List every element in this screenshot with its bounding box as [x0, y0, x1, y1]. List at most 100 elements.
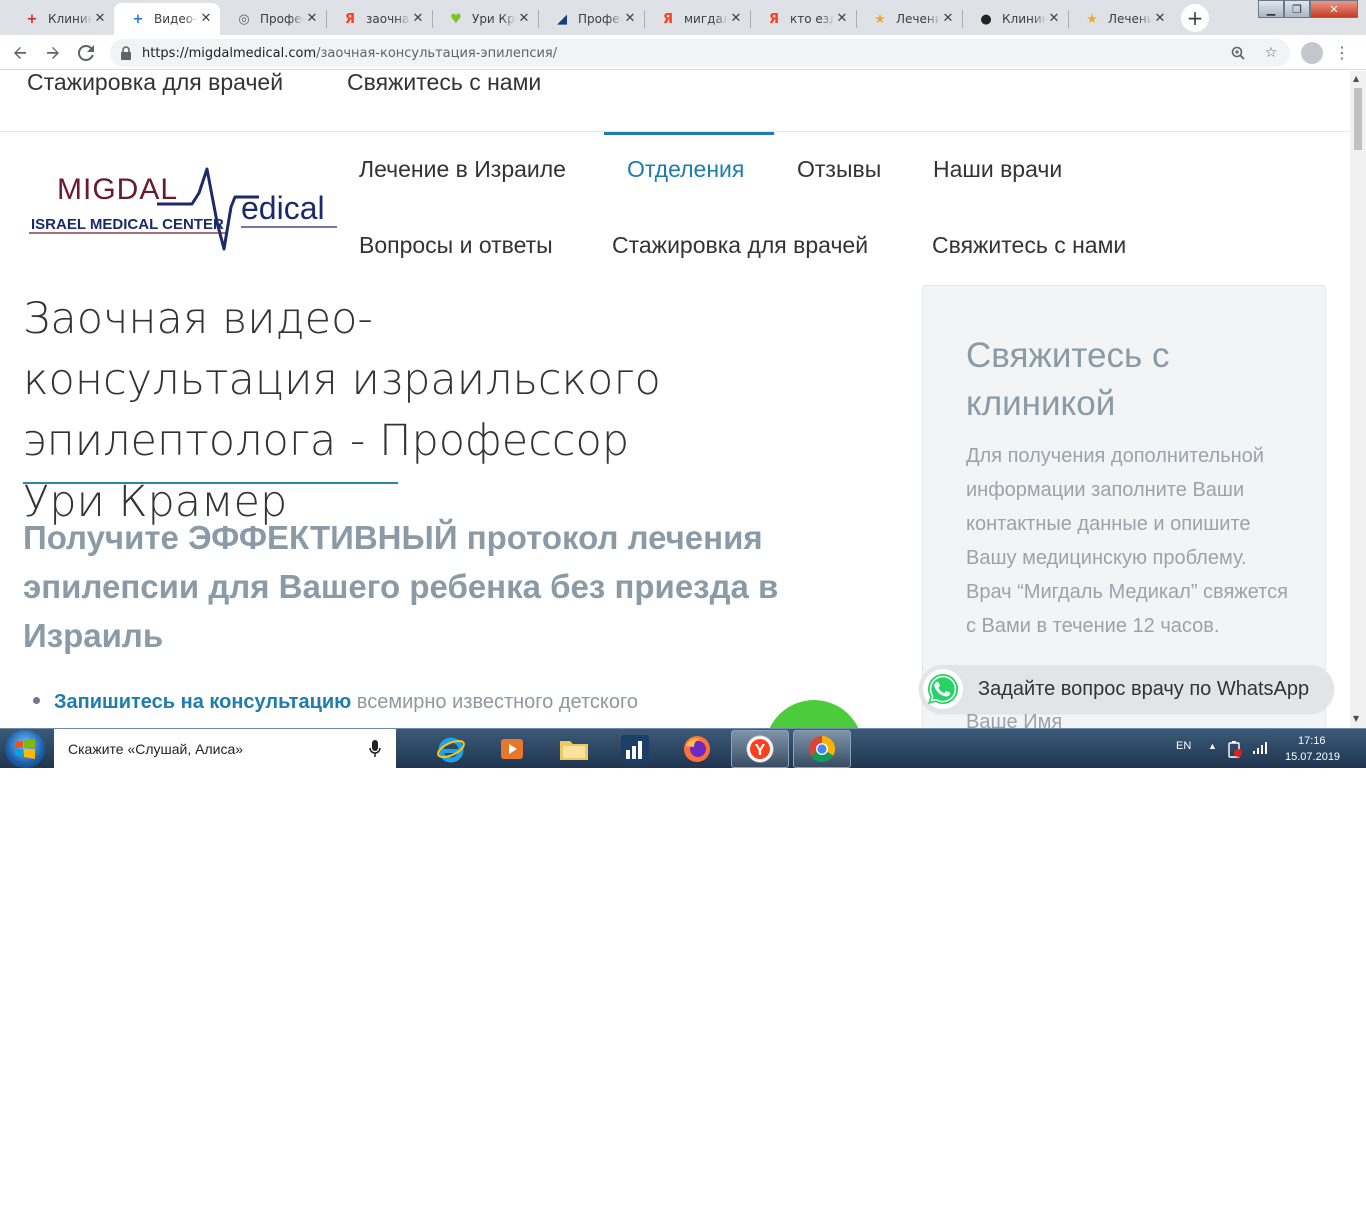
clock-date[interactable]: 15.07.2019: [1285, 751, 1340, 763]
tab-close-icon[interactable]: ✕: [834, 11, 850, 27]
clock-time[interactable]: 17:16: [1298, 735, 1326, 747]
tab-close-icon[interactable]: ✕: [622, 11, 638, 27]
consultation-link[interactable]: Запишитесь на консультацию: [54, 691, 351, 713]
close-window-button[interactable]: ✕: [1310, 0, 1358, 18]
tab-favicon-icon: +: [132, 11, 144, 27]
reload-button[interactable]: [72, 39, 100, 67]
taskbar-ie[interactable]: [422, 730, 480, 768]
whatsapp-label: Задайте вопрос врачу по WhatsApp: [978, 677, 1310, 700]
browser-tab[interactable]: Ямигдаль✕: [644, 3, 750, 35]
main-nav-reviews[interactable]: Отзывы: [797, 156, 881, 183]
whatsapp-chat-button[interactable]: Задайте вопрос врачу по WhatsApp: [919, 665, 1334, 713]
show-hidden-icons-icon[interactable]: ▲: [1208, 741, 1217, 751]
tab-close-icon[interactable]: ✕: [410, 11, 426, 27]
maximize-button[interactable]: ❐: [1284, 0, 1310, 18]
browser-tab[interactable]: ★ Лечение✕: [856, 3, 962, 35]
media-player-icon: [501, 739, 523, 759]
tab-title: Лечение: [896, 12, 940, 26]
taskbar-chrome[interactable]: [793, 730, 851, 768]
list-item: Запишитесь на консультацию всемирно изве…: [33, 691, 873, 714]
page-scrollbar[interactable]: ▲ ▼: [1350, 71, 1366, 728]
tab-favicon-icon: ◢: [557, 11, 567, 27]
scroll-thumb[interactable]: [1354, 88, 1362, 150]
zoom-icon[interactable]: [1230, 45, 1246, 61]
back-button[interactable]: [6, 39, 34, 67]
browser-tab[interactable]: + Видео-консультация✕: [114, 3, 220, 35]
window-controls: ▁ ❐ ✕: [1258, 0, 1360, 20]
tab-favicon-icon: ◎: [238, 11, 250, 27]
bar-chart-icon: [621, 735, 649, 763]
browser-tab[interactable]: Язаочная✕: [326, 3, 432, 35]
tab-close-icon[interactable]: ✕: [198, 11, 214, 27]
reload-icon: [78, 45, 94, 61]
main-nav-faq[interactable]: Вопросы и ответы: [359, 232, 553, 259]
tab-favicon-icon: ★: [874, 11, 886, 27]
screen: +Клиника✕+Видео-консультация✕◎Профессор✕…: [0, 0, 1366, 768]
bookmark-star-icon[interactable]: ☆: [1263, 45, 1279, 61]
tab-favicon-icon: Я: [768, 11, 779, 27]
taskbar-explorer[interactable]: [545, 730, 603, 768]
tab-favicon-icon: ♥: [450, 11, 462, 27]
forward-button[interactable]: [39, 39, 67, 67]
url-host: https://migdalmedical.com: [142, 45, 317, 61]
browser-tab[interactable]: ◢ Профессор✕: [538, 3, 644, 35]
main-nav-contact[interactable]: Свяжитесь с нами: [932, 232, 1126, 259]
url-text: https://migdalmedical.com/заочная-консул…: [142, 46, 557, 61]
browser-tab[interactable]: + Клиника✕: [8, 3, 114, 35]
browser-tab[interactable]: ● Клиника✕: [962, 3, 1068, 35]
language-indicator[interactable]: EN: [1176, 740, 1191, 752]
battery-alert-icon[interactable]: [1226, 740, 1242, 758]
logo-word-right: edical: [241, 190, 325, 226]
taskbar-firefox[interactable]: [668, 730, 726, 768]
browser-tab[interactable]: ★ Лечение✕: [1068, 3, 1174, 35]
top-nav-contact[interactable]: Свяжитесь с нами: [347, 71, 541, 96]
page-subtitle: Получите ЭФФЕКТИВНЫЙ протокол лечения эп…: [23, 519, 779, 654]
minimize-button[interactable]: ▁: [1258, 0, 1284, 18]
tab-title: Видео-консультация: [154, 12, 198, 26]
start-button[interactable]: [5, 730, 45, 768]
tab-close-icon[interactable]: ✕: [940, 11, 956, 27]
taskbar-yandex-browser[interactable]: Y: [731, 730, 789, 768]
browser-tab[interactable]: ♥ Ури Крамер✕: [432, 3, 538, 35]
site-logo[interactable]: MIGDAL ISRAEL MEDICAL CENTER edical: [27, 167, 339, 253]
profile-avatar-icon[interactable]: [1301, 42, 1323, 64]
tab-close-icon[interactable]: ✕: [516, 11, 532, 27]
sidebar-description: Для получения дополнительной информации …: [966, 445, 1288, 637]
main-nav-treatment[interactable]: Лечение в Израиле: [359, 156, 566, 183]
tab-close-icon[interactable]: ✕: [92, 11, 108, 27]
active-nav-indicator: [604, 132, 774, 135]
tab-title: Ури Крамер: [472, 12, 516, 26]
forward-arrow-icon: [47, 47, 59, 59]
microphone-icon[interactable]: [368, 739, 382, 759]
main-nav-doctors[interactable]: Наши врачи: [933, 156, 1062, 183]
address-bar[interactable]: https://migdalmedical.com/заочная-консул…: [110, 39, 1290, 67]
tab-close-icon[interactable]: ✕: [1152, 11, 1168, 27]
tab-close-icon[interactable]: ✕: [304, 11, 320, 27]
scroll-down-icon[interactable]: ▼: [1353, 714, 1359, 723]
benefits-list: Запишитесь на консультацию всемирно изве…: [33, 691, 873, 714]
scroll-up-icon[interactable]: ▲: [1353, 74, 1359, 83]
windows-logo-icon: [15, 739, 35, 759]
tab-strip: +Клиника✕+Видео-консультация✕◎Профессор✕…: [0, 0, 1366, 35]
new-tab-button[interactable]: +: [1181, 4, 1209, 32]
top-nav-internship[interactable]: Стажировка для врачей: [27, 71, 283, 96]
taskbar-media-player[interactable]: [483, 730, 541, 768]
tab-close-icon[interactable]: ✕: [1046, 11, 1062, 27]
whatsapp-icon: [923, 669, 963, 709]
page-title: Заочная видео-консультация израильского …: [23, 294, 661, 527]
signal-strength-icon[interactable]: [1252, 741, 1268, 755]
tab-title: кто ездил: [790, 12, 834, 26]
tab-favicon-icon: ●: [980, 11, 992, 27]
alice-search-box[interactable]: Скажите «Слушай, Алиса»: [54, 729, 396, 768]
main-nav-internship[interactable]: Стажировка для врачей: [612, 232, 868, 259]
browser-tab[interactable]: Якто ездил✕: [750, 3, 856, 35]
svg-text:Y: Y: [755, 742, 766, 759]
logo-word-left: MIGDAL: [57, 173, 178, 206]
folder-icon: [560, 741, 588, 760]
tab-title: заочная: [366, 12, 410, 26]
browser-menu-icon[interactable]: ⋮: [1334, 43, 1350, 63]
tab-close-icon[interactable]: ✕: [728, 11, 744, 27]
browser-tab[interactable]: ◎ Профессор✕: [220, 3, 326, 35]
taskbar-stats-app[interactable]: [606, 730, 664, 768]
main-nav-departments[interactable]: Отделения: [627, 156, 744, 183]
